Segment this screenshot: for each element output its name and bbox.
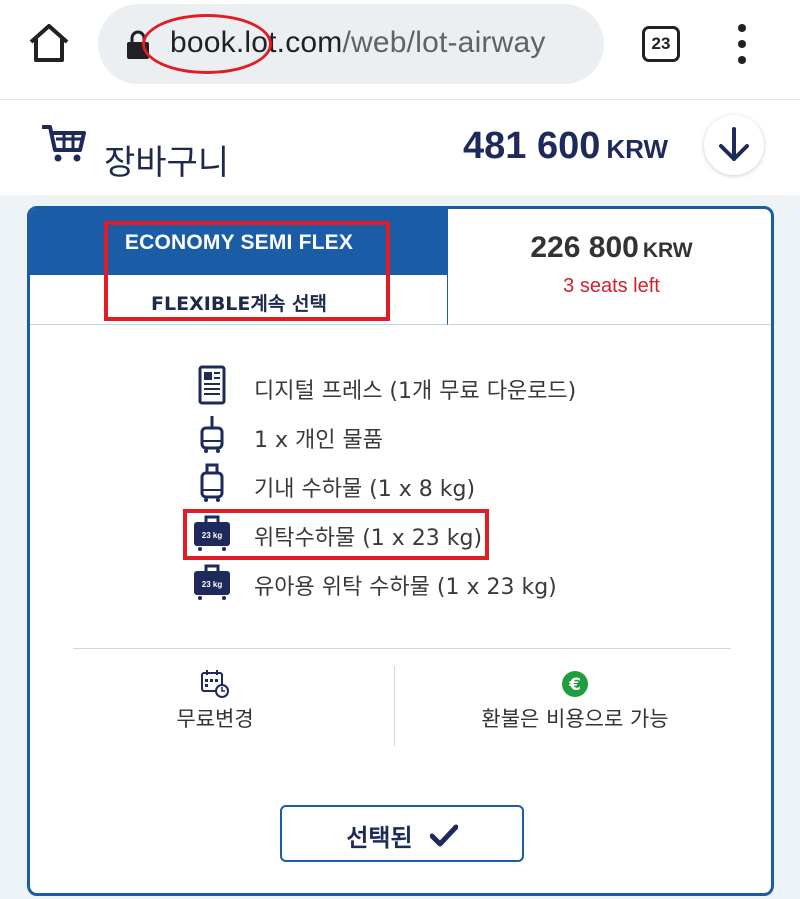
tab-switcher-button[interactable]: 23 <box>642 26 680 62</box>
cart-total-currency: KRW <box>606 134 668 164</box>
url-path: /web/lot-airway <box>342 26 546 59</box>
expand-cart-button[interactable] <box>704 115 764 175</box>
shopping-cart-icon <box>40 123 86 163</box>
personal-item-icon <box>192 414 232 454</box>
benefit-list: 디지털 프레스 (1개 무료 다운로드) 1 x 개인 물품 기내 수하물 (1… <box>192 365 732 610</box>
cart-total: 481 600 KRW <box>463 125 668 168</box>
browser-toolbar: book.lot.com/web/lot-airway 23 <box>0 0 800 100</box>
benefit-label: 디지털 프레스 (1개 무료 다운로드) <box>254 379 577 404</box>
fare-tab[interactable]: ECONOMY SEMI FLEX FLEXIBLE계속 선택 <box>30 209 448 325</box>
checked-bag-annotation-box <box>183 509 489 560</box>
domain-annotation-circle <box>142 14 272 74</box>
list-item: 기내 수하물 (1 x 8 kg) <box>192 463 732 512</box>
infant-checked-bag-icon: 23 kg <box>192 561 232 601</box>
cart-label: 장바구니 <box>104 143 230 183</box>
list-item: 디지털 프레스 (1개 무료 다운로드) <box>192 365 732 414</box>
digital-press-icon <box>192 365 232 405</box>
refund-label: 환불은 비용으로 가능 <box>481 707 669 731</box>
refund-feature: € 환불은 비용으로 가능 <box>410 669 740 733</box>
cabin-bag-icon <box>192 463 232 503</box>
vertical-divider <box>394 666 395 746</box>
benefit-label: 기내 수하물 (1 x 8 kg) <box>254 477 476 502</box>
benefit-label: 1 x 개인 물품 <box>254 428 383 453</box>
selected-button-label: 선택된 <box>346 824 413 852</box>
list-item: 1 x 개인 물품 <box>192 414 732 463</box>
cart-total-amount: 481 600 <box>463 125 601 167</box>
fare-price-currency: KRW <box>642 239 693 262</box>
fare-price-cell: 226 800 KRW 3 seats left <box>449 209 771 325</box>
home-icon[interactable] <box>26 20 72 66</box>
svg-text:€: € <box>568 675 581 695</box>
bag-weight-text: 23 kg <box>202 580 223 589</box>
calendar-change-icon <box>201 670 229 698</box>
arrow-down-icon <box>719 127 749 161</box>
selected-button[interactable]: 선택된 <box>280 805 524 862</box>
free-change-label: 무료변경 <box>176 707 254 731</box>
fare-price: 226 800 KRW <box>449 231 771 265</box>
benefit-label: 유아용 위탁 수하물 (1 x 23 kg) <box>254 575 557 600</box>
checkmark-icon <box>429 824 458 847</box>
seats-left-label: 3 seats left <box>563 275 660 297</box>
free-change-feature: 무료변경 <box>70 669 360 733</box>
more-menu-icon[interactable] <box>730 24 754 64</box>
cart-header: 장바구니 481 600 KRW <box>0 101 800 195</box>
list-item: 23 kg 유아용 위탁 수하물 (1 x 23 kg) <box>192 561 732 610</box>
fare-annotation-box <box>104 221 390 321</box>
euro-coin-icon: € <box>562 671 588 697</box>
fare-price-amount: 226 800 <box>530 231 639 264</box>
divider <box>73 648 731 649</box>
fare-card: ECONOMY SEMI FLEX FLEXIBLE계속 선택 226 800 K… <box>27 206 774 896</box>
